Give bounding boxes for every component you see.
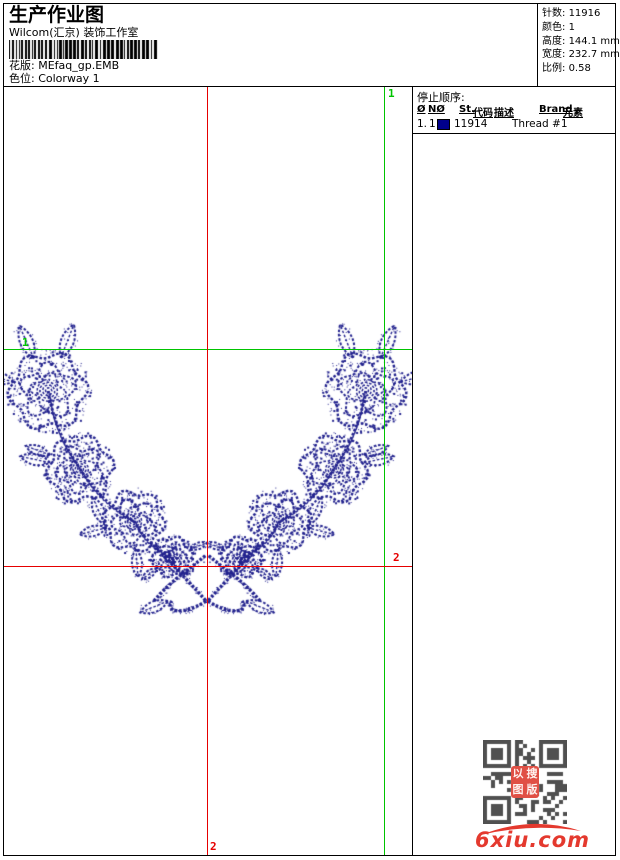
row-stitches: 11914: [454, 118, 488, 130]
embroidery-design-canvas: [4, 87, 412, 855]
design-file-label: 花版:: [9, 59, 35, 72]
colorway-value: Colorway 1: [38, 71, 100, 85]
end-guide-vertical: [207, 87, 208, 855]
stat-height-value: 144.1 mm: [568, 35, 620, 47]
stat-stitches: 针数: 11916: [542, 7, 615, 21]
stat-height-label: 高度:: [542, 35, 566, 47]
start-marker-label-left: 1: [22, 336, 29, 349]
qr-code: 以 搜 图 版: [483, 740, 567, 824]
end-marker-label-bottom: 2: [210, 840, 217, 853]
end-guide-horizontal: [4, 566, 412, 567]
design-file-value: MEfaq_gp.EMB: [38, 59, 120, 72]
page-title: 生产作业图: [9, 4, 105, 26]
stop-sequence-panel: 停止顺序: Ø NØ St. 代码 描述 Brand 元素 1. 1 11914…: [412, 87, 615, 855]
stat-colors: 颜色: 1: [542, 21, 615, 35]
start-guide-horizontal: [4, 349, 412, 350]
qr-stamp-char: 图: [512, 783, 524, 796]
stat-height: 高度: 144.1 mm: [542, 35, 620, 49]
qr-stamp-char: 搜: [526, 767, 538, 780]
stop-sequence-title: 停止顺序:: [417, 91, 465, 104]
stat-stitches-value: 11916: [568, 8, 601, 19]
col-needle: NØ: [428, 104, 445, 115]
design-stats: 针数: 11916 颜色: 1 高度: 144.1 mm 宽度: 232.7 m…: [537, 4, 620, 86]
stat-scale: 比例: 0.58: [542, 62, 615, 76]
colorway-label: 色位:: [9, 71, 35, 85]
stop-sequence-header: Ø NØ St. 代码 描述 Brand 元素: [413, 104, 615, 119]
qr-stamp-char: 以: [512, 767, 524, 780]
stat-colors-label: 颜色:: [542, 21, 566, 33]
row-needle: 1: [429, 118, 436, 130]
panel-divider: [413, 133, 615, 134]
thread-swatch: [437, 119, 450, 130]
stat-scale-value: 0.58: [568, 63, 591, 75]
header-left: 生产作业图 Wilcom(汇京) 装饰工作室 花版: MEfaq_gp.EMB …: [4, 4, 537, 86]
content: 1 1 2 2 停止顺序: Ø NØ St. 代码 描述 Brand 元素 1.…: [4, 87, 615, 855]
col-code: 代码: [473, 108, 493, 119]
start-guide-vertical: [384, 87, 385, 855]
stat-colors-value: 1: [568, 21, 575, 33]
start-marker-label-top: 1: [388, 87, 395, 100]
qr-stamp-char: 版: [526, 783, 538, 796]
stat-width-value: 232.7 mm: [568, 49, 620, 61]
production-worksheet: 生产作业图 Wilcom(汇京) 装饰工作室 花版: MEfaq_gp.EMB …: [0, 0, 620, 860]
col-description: 描述: [494, 108, 514, 119]
row-description: Thread #1: [512, 118, 568, 130]
stat-scale-label: 比例:: [542, 63, 566, 75]
stat-width: 宽度: 232.7 mm: [542, 48, 620, 62]
header: 生产作业图 Wilcom(汇京) 装饰工作室 花版: MEfaq_gp.EMB …: [4, 4, 620, 87]
design-view: 1 1 2 2: [4, 87, 412, 855]
studio-name: Wilcom(汇京) 装饰工作室: [9, 26, 139, 39]
col-elements: 元素: [563, 108, 583, 119]
qr-stamp: 以 搜 图 版: [511, 766, 539, 798]
end-marker-label-right: 2: [393, 551, 400, 564]
colorway-row: 色位: Colorway 1: [9, 71, 537, 86]
site-logo: 6xiu.com: [475, 828, 591, 852]
stat-width-label: 宽度:: [542, 49, 566, 61]
page-frame: 生产作业图 Wilcom(汇京) 装饰工作室 花版: MEfaq_gp.EMB …: [3, 3, 620, 856]
barcode-image: [9, 40, 159, 59]
stat-stitches-label: 针数:: [542, 8, 566, 19]
row-index: 1.: [417, 118, 428, 130]
stop-sequence-row: 1. 1 11914 Thread #1: [413, 118, 615, 132]
col-hash: Ø: [417, 104, 426, 115]
